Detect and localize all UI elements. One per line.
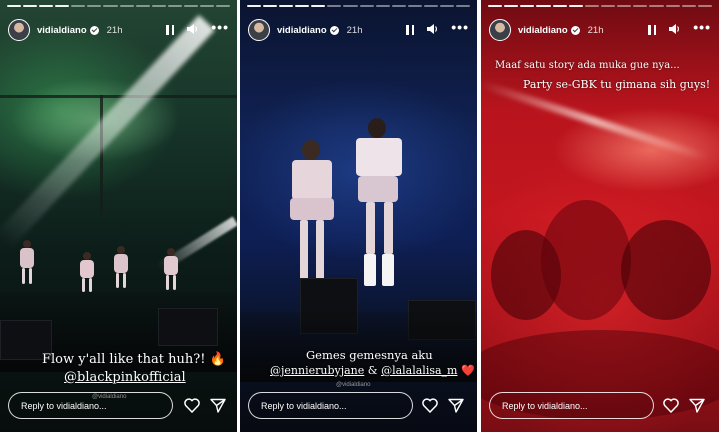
post-time: 21h bbox=[587, 24, 604, 36]
mention-link[interactable]: @jennierubyjane bbox=[270, 364, 364, 377]
avatar[interactable] bbox=[489, 19, 511, 41]
more-icon[interactable]: ••• bbox=[693, 20, 711, 34]
username[interactable]: vidialdiano bbox=[518, 25, 568, 36]
story-panel-2[interactable]: vidialdiano 21h ••• Gemes gemesnya aku @… bbox=[240, 0, 478, 432]
story-caption: Gemes gemesnya aku bbox=[306, 348, 433, 362]
stage-light bbox=[481, 80, 710, 162]
story-progress-bar bbox=[7, 5, 231, 7]
watermark: @vidialdiano bbox=[336, 382, 371, 388]
caption-text: & bbox=[364, 364, 382, 377]
send-icon[interactable] bbox=[210, 398, 226, 413]
story-header: vidialdiano 21h ••• bbox=[8, 17, 229, 43]
verified-badge-icon bbox=[89, 25, 99, 35]
story-panel-1[interactable]: vidialdiano 21h ••• Flow y'all like that… bbox=[0, 0, 238, 432]
verified-badge-icon bbox=[570, 25, 580, 35]
reply-input[interactable]: Reply to vidialdiano... bbox=[248, 392, 413, 419]
post-time: 21h bbox=[106, 24, 123, 36]
stage-truss bbox=[100, 95, 103, 215]
send-icon[interactable] bbox=[689, 398, 705, 413]
crowd-silhouette bbox=[541, 200, 631, 320]
heart-icon[interactable] bbox=[663, 398, 679, 413]
more-icon[interactable]: ••• bbox=[451, 20, 469, 34]
sound-icon[interactable] bbox=[668, 23, 681, 38]
post-time: 21h bbox=[346, 24, 363, 36]
story-caption: Party se-GBK tu gimana sih guys! bbox=[523, 78, 710, 91]
username[interactable]: vidialdiano bbox=[37, 25, 87, 36]
story-caption: Flow y'all like that huh?! 🔥 bbox=[42, 352, 226, 367]
pause-icon[interactable] bbox=[406, 25, 415, 35]
story-progress-bar bbox=[247, 5, 471, 7]
sound-icon[interactable] bbox=[186, 23, 199, 38]
avatar[interactable] bbox=[248, 19, 270, 41]
story-1-concert-photo bbox=[0, 0, 237, 432]
avatar[interactable] bbox=[8, 19, 30, 41]
mention-link[interactable]: @blackpinkofficial bbox=[64, 370, 186, 385]
stage-speaker bbox=[158, 308, 218, 346]
heart-icon[interactable] bbox=[184, 398, 200, 413]
story-caption: @blackpinkofficial bbox=[64, 370, 186, 385]
story-header: vidialdiano 21h ••• bbox=[489, 17, 711, 43]
pause-icon[interactable] bbox=[648, 25, 657, 35]
reply-input[interactable]: Reply to vidialdiano... bbox=[489, 392, 654, 419]
heart-icon[interactable] bbox=[422, 398, 438, 413]
send-icon[interactable] bbox=[448, 398, 464, 413]
spotlight-beam bbox=[0, 14, 215, 250]
caption-text: Maaf satu story ada muka gue nya... bbox=[495, 60, 680, 71]
stage-truss bbox=[0, 95, 237, 98]
pause-icon[interactable] bbox=[166, 25, 175, 35]
mention-link[interactable]: @lalalalisa_m bbox=[381, 364, 457, 377]
story-header: vidialdiano 21h ••• bbox=[248, 17, 469, 43]
sound-icon[interactable] bbox=[426, 23, 439, 38]
caption-text: Flow y'all like that huh?! 🔥 bbox=[42, 352, 226, 367]
caption-text: Gemes gemesnya aku bbox=[306, 348, 433, 362]
username[interactable]: vidialdiano bbox=[277, 25, 327, 36]
story-panel-3[interactable]: vidialdiano 21h ••• Maaf satu story ada … bbox=[481, 0, 720, 432]
story-progress-bar bbox=[488, 5, 712, 7]
heart-emoji: ❤️ bbox=[457, 364, 475, 377]
caption-text: Party se-GBK tu gimana sih guys! bbox=[523, 78, 711, 91]
story-caption: @jennierubyjane & @lalalalisa_m ❤️ bbox=[270, 364, 475, 377]
reply-input[interactable]: Reply to vidialdiano... bbox=[8, 392, 173, 419]
verified-badge-icon bbox=[329, 25, 339, 35]
more-icon[interactable]: ••• bbox=[211, 20, 229, 34]
story-caption: Maaf satu story ada muka gue nya... bbox=[495, 60, 680, 71]
crowd-silhouette bbox=[621, 220, 711, 320]
